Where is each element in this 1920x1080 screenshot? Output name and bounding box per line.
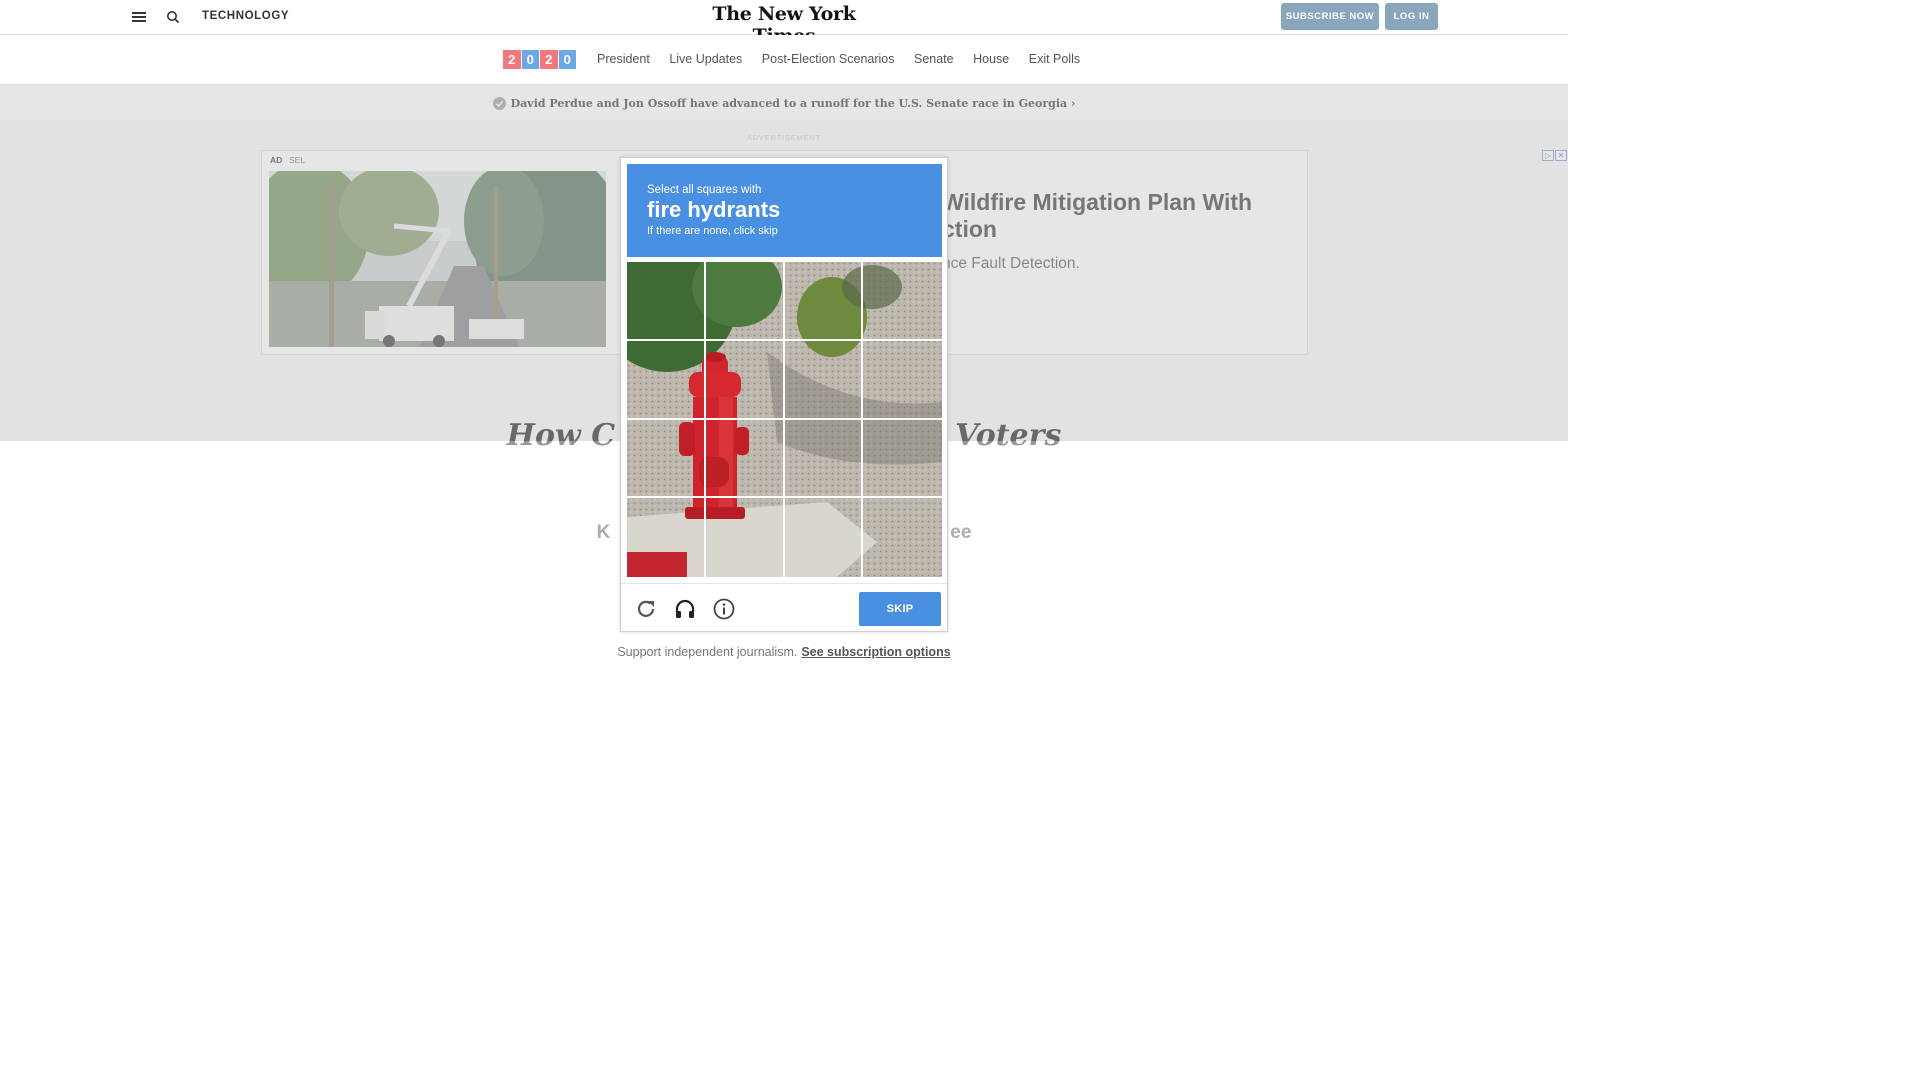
nav-link-live-updates[interactable]: Live Updates <box>669 52 742 66</box>
election-links: President Live Updates Post-Election Sce… <box>597 52 1080 66</box>
nav-link-post-election-scenarios[interactable]: Post-Election Scenarios <box>762 52 895 66</box>
captcha-tile[interactable] <box>784 419 864 499</box>
year-digit: 2 <box>503 50 521 69</box>
captcha-tile[interactable] <box>785 498 864 577</box>
captcha-tile[interactable] <box>784 340 864 420</box>
captcha-target: fire hydrants <box>647 197 781 222</box>
captcha-hint: If there are none, click skip <box>647 225 778 237</box>
captcha-tile[interactable] <box>627 498 706 577</box>
captcha-tile[interactable] <box>706 498 785 577</box>
login-button[interactable]: LOG IN <box>1385 3 1438 30</box>
year-digit: 2 <box>540 50 558 69</box>
captcha-tile[interactable] <box>863 262 942 341</box>
year-digit: 0 <box>521 50 539 69</box>
election-nav: 2 0 2 0 President Live Updates Post-Elec… <box>0 35 1568 85</box>
captcha-tile[interactable] <box>863 341 942 420</box>
nav-link-house[interactable]: House <box>973 52 1009 66</box>
info-icon[interactable] <box>712 597 736 621</box>
support-text: Support independent journalism. <box>617 645 798 659</box>
subscribe-button[interactable]: SUBSCRIBE NOW <box>1281 3 1379 30</box>
election-2020-logo[interactable]: 2 0 2 0 <box>503 50 576 69</box>
headphones-icon[interactable] <box>673 597 697 621</box>
captcha-tile[interactable] <box>705 419 785 499</box>
skip-button[interactable]: SKIP <box>859 592 941 626</box>
captcha-tile[interactable] <box>863 420 942 499</box>
captcha-image-grid <box>627 262 942 577</box>
captcha-challenge: Select all squares with fire hydrants If… <box>620 157 948 632</box>
nav-link-senate[interactable]: Senate <box>914 52 954 66</box>
captcha-footer: SKIP <box>621 583 947 631</box>
captcha-tile[interactable] <box>627 262 706 341</box>
captcha-tile[interactable] <box>627 340 706 420</box>
menu-icon[interactable] <box>128 6 150 28</box>
year-digit: 0 <box>558 50 576 69</box>
section-label[interactable]: TECHNOLOGY <box>202 10 289 22</box>
captcha-instruction: Select all squares with <box>647 184 762 196</box>
nav-link-president[interactable]: President <box>597 52 650 66</box>
captcha-tile[interactable] <box>705 262 785 341</box>
captcha-tile[interactable] <box>627 419 706 499</box>
subscription-options-link[interactable]: See subscription options <box>801 645 950 659</box>
captcha-tiles <box>627 262 942 577</box>
support-line: Support independent journalism. See subsc… <box>0 645 1568 659</box>
captcha-tile[interactable] <box>705 340 785 420</box>
captcha-tile[interactable] <box>784 262 864 341</box>
search-icon[interactable] <box>162 6 184 28</box>
captcha-header: Select all squares with fire hydrants If… <box>627 164 942 257</box>
captcha-tile[interactable] <box>863 498 942 577</box>
top-bar: TECHNOLOGY The New York Times SUBSCRIBE … <box>0 0 1568 47</box>
page: TECHNOLOGY The New York Times SUBSCRIBE … <box>0 0 1568 882</box>
reload-icon[interactable] <box>634 597 658 621</box>
nav-link-exit-polls[interactable]: Exit Polls <box>1029 52 1080 66</box>
